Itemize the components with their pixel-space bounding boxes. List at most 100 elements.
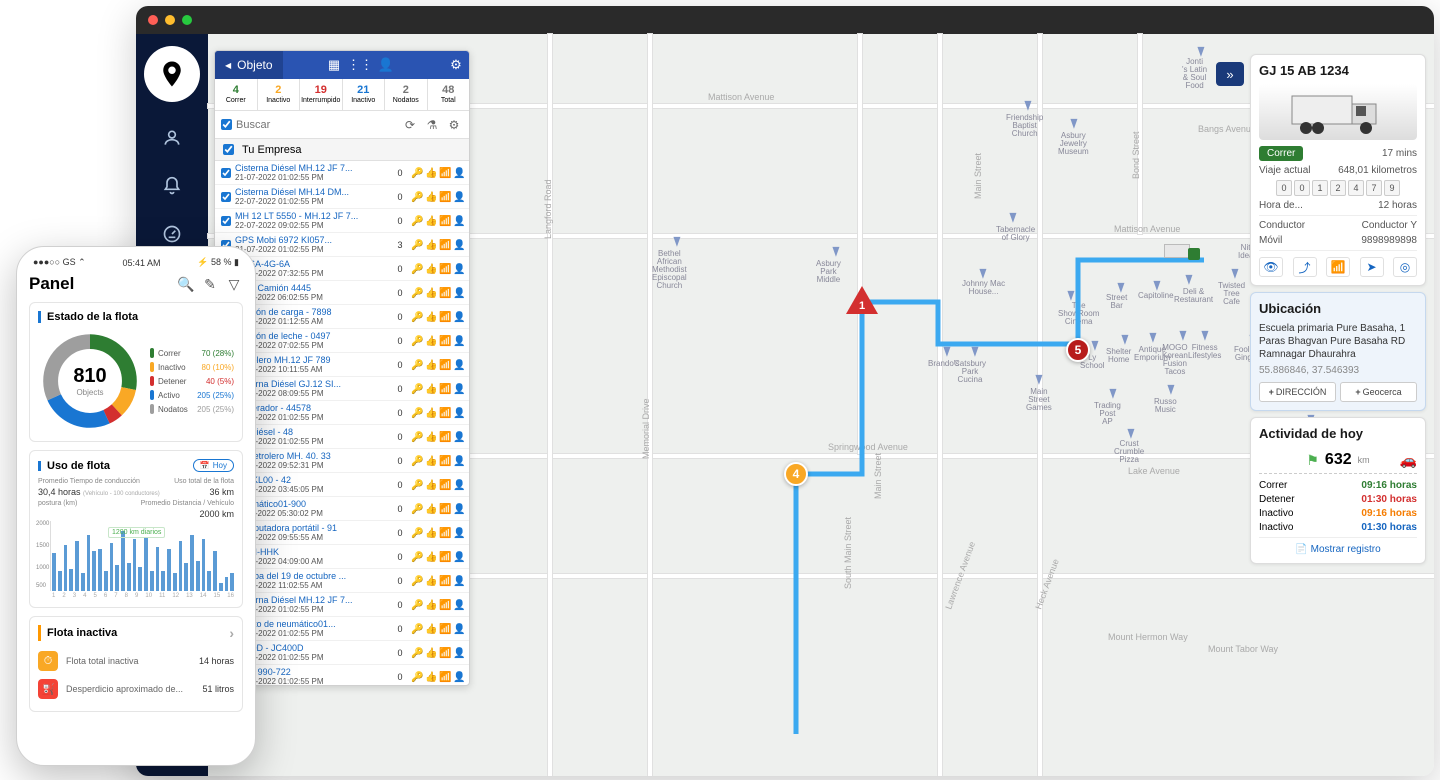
odometer-digit: 9 bbox=[1384, 180, 1400, 196]
grid-icon[interactable]: ⋮⋮ bbox=[347, 51, 373, 79]
share-icon[interactable]: ⤴ bbox=[1293, 257, 1317, 277]
thumb-icon: 👍 bbox=[425, 336, 435, 346]
object-row[interactable]: MH 12 LT 5550 - MH.12 JF 7...22-07-2022 … bbox=[215, 209, 469, 233]
tab-object[interactable]: Objeto bbox=[215, 51, 283, 79]
metric-label: postura (km) bbox=[38, 500, 77, 507]
select-all-checkbox[interactable] bbox=[221, 119, 232, 130]
settings-icon[interactable]: ⚙ bbox=[443, 51, 469, 79]
object-checkbox[interactable] bbox=[221, 192, 231, 202]
thumb-icon: 👍 bbox=[425, 168, 435, 178]
activity-title: Actividad de hoy bbox=[1259, 426, 1417, 441]
idle-title[interactable]: Flota inactiva bbox=[38, 625, 234, 641]
filter-icon[interactable]: ⚗ bbox=[423, 116, 441, 134]
status-cell-nodatos[interactable]: 2Nodatos bbox=[385, 79, 428, 110]
object-row[interactable]: Cisterna Diésel MH.14 DM...22-07-2022 01… bbox=[215, 185, 469, 209]
show-log-button[interactable]: Mostrar registro bbox=[1259, 537, 1417, 555]
object-checkbox[interactable] bbox=[221, 216, 231, 226]
wifi-icon: 📶 bbox=[439, 360, 449, 370]
wifi-icon: 📶 bbox=[439, 240, 449, 250]
key-icon: 🔑 bbox=[411, 336, 421, 346]
person-icon: 👤 bbox=[453, 360, 463, 370]
target-icon[interactable]: ◎ bbox=[1393, 257, 1417, 277]
map-marker-5[interactable]: 5 bbox=[1066, 338, 1090, 362]
bell-icon[interactable] bbox=[160, 174, 184, 198]
bar bbox=[92, 551, 96, 591]
object-name: Computadora portátil - 91 bbox=[235, 523, 389, 533]
odometer-digit: 7 bbox=[1366, 180, 1382, 196]
object-badge: 0 bbox=[393, 312, 407, 322]
object-badge: 0 bbox=[393, 408, 407, 418]
search-icon[interactable]: 🔍 bbox=[177, 275, 195, 293]
bar bbox=[173, 573, 177, 591]
object-badge: 0 bbox=[393, 528, 407, 538]
object-name: Camión de carga - 7898 bbox=[235, 307, 389, 317]
person-icon: 👤 bbox=[453, 336, 463, 346]
map-marker-4[interactable]: 4 bbox=[784, 462, 808, 486]
wifi-icon: 📶 bbox=[439, 672, 449, 682]
object-time: 10-04-2022 07:02:55 PM bbox=[235, 341, 389, 350]
calendar-icon[interactable]: ▦ bbox=[321, 51, 347, 79]
wifi-icon: 📶 bbox=[439, 216, 449, 226]
total-value: 810 bbox=[73, 365, 106, 388]
status-summary: 4Correr2Inactivo19Interrumpido21Inactivo… bbox=[215, 79, 469, 111]
filter-icon[interactable]: ▽ bbox=[225, 275, 243, 293]
person-icon: 👤 bbox=[453, 288, 463, 298]
object-time: 21-07-2022 01:02:55 PM bbox=[235, 245, 389, 254]
logo[interactable] bbox=[144, 46, 200, 102]
status-cell-interrumpido[interactable]: 19Interrumpido bbox=[300, 79, 343, 110]
detail-panel: GJ 15 AB 1234 Correr17 mins Viaje actual… bbox=[1250, 54, 1426, 564]
thumb-icon: 👍 bbox=[425, 552, 435, 562]
refresh-icon[interactable]: ⟳ bbox=[401, 116, 419, 134]
status-cell-correr[interactable]: 4Correr bbox=[215, 79, 258, 110]
search-input[interactable] bbox=[236, 119, 397, 131]
company-row[interactable]: Tu Empresa bbox=[215, 139, 469, 161]
app-window: Mattison Avenue Mattison Avenue Langford… bbox=[136, 6, 1434, 776]
vehicle-image bbox=[1259, 84, 1417, 140]
bar bbox=[202, 539, 206, 591]
company-label: Tu Empresa bbox=[242, 144, 302, 156]
object-name: Neumático01-900 bbox=[235, 499, 389, 509]
window-close[interactable] bbox=[148, 15, 158, 25]
profile-icon[interactable] bbox=[160, 126, 184, 150]
map-marker-1[interactable]: 1 bbox=[850, 288, 874, 312]
metric-value: 2000 km bbox=[199, 509, 234, 519]
window-maximize[interactable] bbox=[182, 15, 192, 25]
bar bbox=[207, 571, 211, 591]
panel-collapse-button[interactable]: » bbox=[1216, 62, 1244, 86]
person-icon: 👤 bbox=[453, 216, 463, 226]
vehicle-marker[interactable] bbox=[1164, 244, 1200, 266]
settings-icon[interactable]: ⚙ bbox=[445, 116, 463, 134]
bar bbox=[58, 571, 62, 591]
fleet-status-section: Estado de la flota 810Objects Correr70 (… bbox=[29, 302, 243, 442]
person-icon: 👤 bbox=[453, 648, 463, 658]
tower-icon[interactable]: 📶 bbox=[1326, 257, 1350, 277]
object-row[interactable]: Cisterna Diésel MH.12 JF 7...21-07-2022 … bbox=[215, 161, 469, 185]
location-address: Escuela primaria Pure Basaha, 1 Paras Bh… bbox=[1259, 322, 1417, 361]
odometer-digit: 4 bbox=[1348, 180, 1364, 196]
status-cell-inactivo[interactable]: 21Inactivo bbox=[343, 79, 386, 110]
phone-statusbar: ●●●○○ GS ⌃ 05:41 AM ⚡ 58 % ▮ bbox=[29, 257, 243, 268]
geofence-button[interactable]: Geocerca bbox=[1340, 382, 1417, 402]
object-badge: 0 bbox=[393, 336, 407, 346]
clock: 05:41 AM bbox=[123, 258, 161, 268]
users-icon[interactable]: 👤 bbox=[373, 51, 399, 79]
direction-button[interactable]: DIRECCIÓN bbox=[1259, 382, 1336, 402]
odometer: 0012479 bbox=[1259, 180, 1417, 196]
status-cell-inactivo[interactable]: 2Inactivo bbox=[258, 79, 301, 110]
object-checkbox[interactable] bbox=[221, 168, 231, 178]
thumb-icon: 👍 bbox=[425, 360, 435, 370]
object-badge: 0 bbox=[393, 432, 407, 442]
title-bar bbox=[136, 6, 1434, 34]
eye-icon[interactable]: 👁 bbox=[1259, 257, 1283, 277]
edit-icon[interactable]: ✎ bbox=[201, 275, 219, 293]
thumb-icon: 👍 bbox=[425, 504, 435, 514]
arrow-icon[interactable]: ➤ bbox=[1360, 257, 1384, 277]
today-pill[interactable]: 📅 Hoy bbox=[193, 459, 234, 472]
key-icon: 🔑 bbox=[411, 456, 421, 466]
status-cell-total[interactable]: 48Total bbox=[428, 79, 470, 110]
object-row[interactable]: GPS Mobi 6972 KI057...21-07-2022 01:02:5… bbox=[215, 233, 469, 257]
wifi-icon: 📶 bbox=[439, 168, 449, 178]
company-checkbox[interactable] bbox=[223, 144, 234, 155]
dashboard-icon[interactable] bbox=[160, 222, 184, 246]
window-minimize[interactable] bbox=[165, 15, 175, 25]
